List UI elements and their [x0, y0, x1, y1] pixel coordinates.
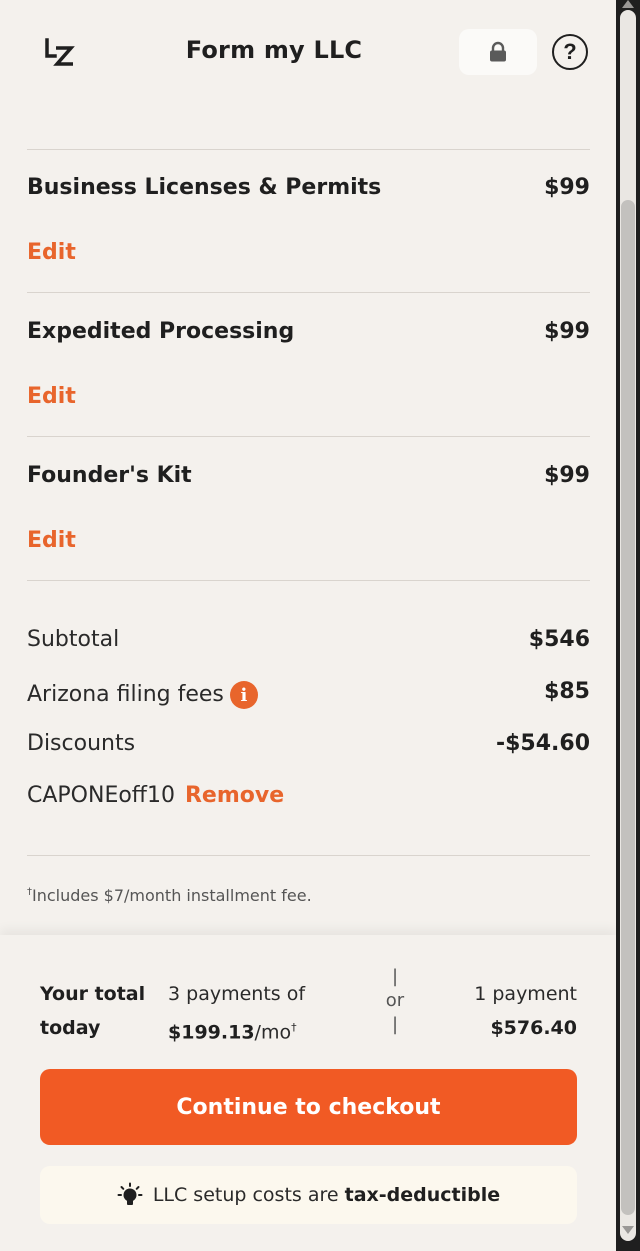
- divider: [27, 292, 590, 293]
- checkout-footer: Your total today 3 payments of $199.13/m…: [0, 935, 616, 1251]
- coupon-code: CAPONEoff10: [27, 783, 175, 808]
- single-payment-option[interactable]: 1 payment $576.40: [474, 977, 577, 1045]
- lock-icon: [490, 41, 506, 62]
- divider: [27, 855, 590, 856]
- scrollbar[interactable]: [616, 0, 640, 1251]
- remove-coupon-link[interactable]: Remove: [185, 783, 284, 808]
- scroll-down-arrow-icon[interactable]: [622, 1226, 634, 1234]
- total-today-label: Your total today: [40, 983, 146, 1039]
- divider: [27, 580, 590, 581]
- installment-option[interactable]: 3 payments of $199.13/mo†: [168, 977, 305, 1049]
- checkout-page: Form my LLC ? Business Licenses & Permit…: [0, 0, 616, 1251]
- filing-fees-value: $85: [544, 679, 590, 704]
- line-item-name: Founder's Kit: [27, 463, 192, 488]
- header: Form my LLC ?: [0, 0, 616, 100]
- divider: [27, 149, 590, 150]
- installment-footnote: †Includes $7/month installment fee.: [27, 886, 312, 905]
- lightbulb-icon: [117, 1182, 143, 1205]
- line-item-name: Expedited Processing: [27, 319, 295, 344]
- filing-fees-label: Arizona filing fees: [27, 682, 224, 707]
- continue-to-checkout-button[interactable]: Continue to checkout: [40, 1069, 577, 1145]
- edit-business-licenses-link[interactable]: Edit: [27, 240, 76, 265]
- help-button[interactable]: ?: [552, 34, 588, 70]
- tax-deductible-banner: LLC setup costs are tax-deductible: [40, 1166, 577, 1224]
- filing-fees-row: Arizona filing fees i: [27, 681, 258, 709]
- edit-expedited-processing-link[interactable]: Edit: [27, 384, 76, 409]
- line-item-price: $99: [544, 463, 590, 488]
- coupon-row: CAPONEoff10 Remove: [27, 783, 284, 808]
- secure-lock-button[interactable]: [459, 29, 537, 75]
- scroll-up-arrow-icon[interactable]: [622, 0, 634, 8]
- discounts-label: Discounts: [27, 731, 136, 756]
- divider: [27, 436, 590, 437]
- subtotal-label: Subtotal: [27, 627, 120, 652]
- scroll-thumb[interactable]: [621, 200, 635, 1215]
- or-separator: | or |: [385, 966, 405, 1035]
- question-circle-icon: ?: [563, 39, 577, 64]
- line-item-price: $99: [544, 175, 590, 200]
- info-icon[interactable]: i: [229, 681, 258, 709]
- discounts-value: -$54.60: [495, 731, 590, 756]
- edit-founders-kit-link[interactable]: Edit: [27, 528, 76, 553]
- line-item-price: $99: [544, 319, 590, 344]
- subtotal-value: $546: [528, 627, 590, 652]
- line-item-name: Business Licenses & Permits: [27, 175, 382, 200]
